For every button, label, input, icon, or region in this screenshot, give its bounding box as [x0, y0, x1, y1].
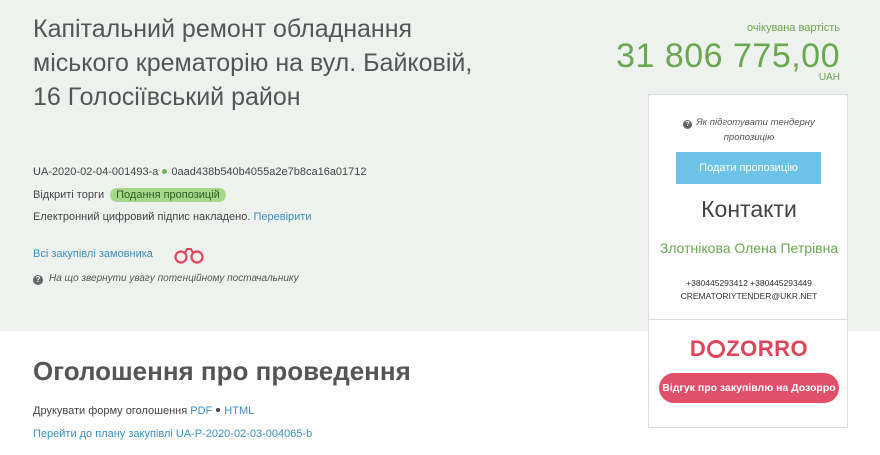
dozorro-logo[interactable]: D ZORRO [649, 336, 849, 362]
procedure-line: Відкриті торги Подання пропозицій [33, 188, 226, 202]
announcement-title: Оголошення про проведення [33, 356, 411, 386]
price-value: 31 806 775,00 [616, 37, 840, 75]
contact-name: Злотнікова Олена Петрівна [659, 240, 839, 256]
attention-hint[interactable]: ? На що звернути увагу потенційному поста… [33, 273, 299, 285]
procurement-plan-link[interactable]: Перейти до плану закупівлі UA-P-2020-02-… [33, 428, 312, 440]
contacts-title: Контакти [701, 196, 797, 222]
price-label: очікувана вартість [746, 22, 840, 34]
print-pdf-link[interactable]: PDF [190, 405, 212, 417]
print-form-line: Друкувати форму оголошення PDF HTML [33, 405, 254, 417]
tender-title: Капітальний ремонт обладнання міського к… [33, 15, 473, 111]
dot-separator [162, 169, 168, 175]
verify-signature-link[interactable]: Перевірити [253, 211, 311, 223]
print-html-link[interactable]: HTML [224, 405, 254, 417]
binoculars-icon[interactable] [172, 246, 206, 264]
dozorro-logo-rest: ZORRO [726, 336, 809, 361]
howto-link[interactable]: ? Як підготувати тендерну пропозицію [659, 115, 839, 145]
contact-email: CREMATORIYTENDER@UKR.NET [680, 291, 818, 301]
procedure-type: Відкриті торги [33, 189, 105, 201]
submit-proposal-button[interactable]: Подати пропозицію [676, 152, 821, 184]
price-currency: UAH [818, 72, 840, 83]
howto-text: Як підготувати тендерну пропозицію [696, 117, 815, 143]
contact-phones: +380445293412 +380445293449 [686, 278, 812, 288]
dozorro-feedback-button[interactable]: Відгук про закупівлю на Дозорро [659, 373, 839, 403]
signature-text: Електронний цифровий підпис накладено. [33, 211, 251, 223]
question-icon: ? [33, 275, 43, 285]
dozorro-o-icon [707, 340, 726, 358]
tender-hash: 0aad438b540b4055a2e7b8ca16a01712 [171, 166, 367, 178]
sidebar-panel: ? Як підготувати тендерну пропозицію Пода… [648, 94, 848, 428]
status-badge: Подання пропозицій [110, 188, 226, 202]
panel-divider [649, 319, 847, 320]
dozorro-logo-d: D [689, 336, 707, 361]
attention-text: На що звернути увагу потенційному постач… [49, 273, 299, 284]
signature-line: Електронний цифровий підпис накладено. П… [33, 211, 311, 223]
question-icon: ? [683, 120, 693, 129]
print-text: Друкувати форму оголошення [33, 405, 188, 417]
all-buyer-purchases-link[interactable]: Всі закупівлі замовника [33, 248, 153, 260]
tender-id-line: UA-2020-02-04-001493-a 0aad438b540b4055a2… [33, 166, 367, 178]
dot-separator [216, 408, 221, 413]
tender-id: UA-2020-02-04-001493-a [33, 166, 159, 178]
